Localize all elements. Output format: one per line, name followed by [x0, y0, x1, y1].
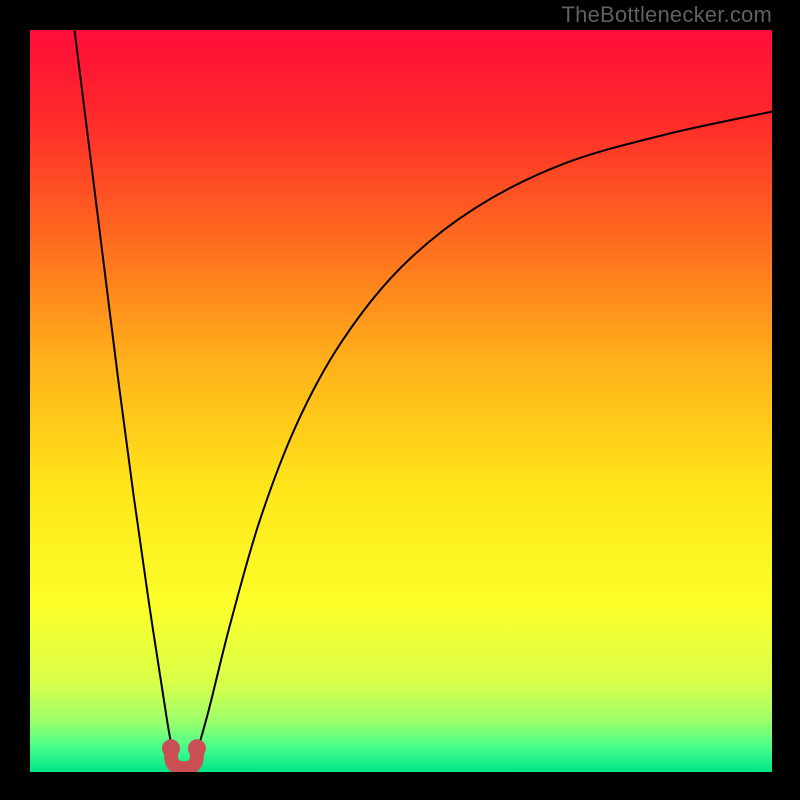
chart-frame: TheBottlenecker.com [0, 0, 800, 800]
plot-area [30, 30, 772, 772]
gradient-background [30, 30, 772, 772]
watermark-text: TheBottlenecker.com [562, 2, 772, 28]
minimum-marker-dot-2 [188, 739, 206, 757]
minimum-marker-dot-1 [162, 739, 180, 757]
chart-svg [30, 30, 772, 772]
